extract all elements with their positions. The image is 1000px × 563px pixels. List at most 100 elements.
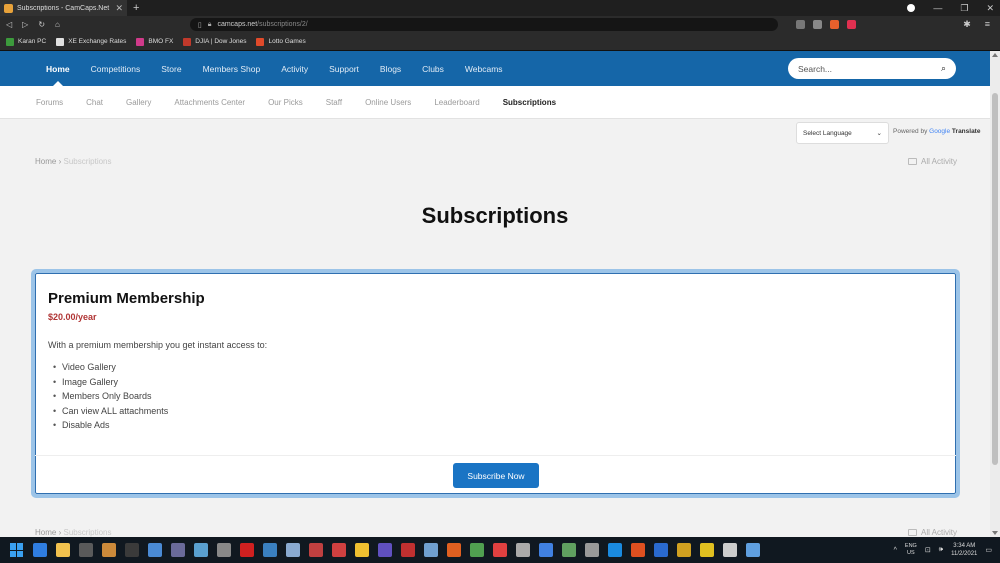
- nav-webcams[interactable]: Webcams: [465, 51, 503, 86]
- subnav-attachments-center[interactable]: Attachments Center: [174, 98, 245, 107]
- taskbar-app-icon[interactable]: [424, 543, 438, 557]
- taskbar-app-icon[interactable]: [516, 543, 530, 557]
- bookmark-item[interactable]: XE Exchange Rates: [56, 37, 127, 46]
- bookmark-label: XE Exchange Rates: [68, 38, 127, 45]
- nav-members-shop[interactable]: Members Shop: [203, 51, 261, 86]
- taskbar-app-icon[interactable]: [194, 543, 208, 557]
- nav-blogs[interactable]: Blogs: [380, 51, 401, 86]
- taskbar-app-icon[interactable]: [355, 543, 369, 557]
- taskbar-app-icon[interactable]: [332, 543, 346, 557]
- scroll-thumb[interactable]: [992, 93, 998, 465]
- brave-shields-icon[interactable]: [829, 20, 839, 29]
- breadcrumb-current: Subscriptions: [63, 157, 112, 166]
- taskbar-app-icon[interactable]: [286, 543, 300, 557]
- new-tab-icon[interactable]: +: [133, 2, 139, 14]
- taskbar-app-icon[interactable]: [378, 543, 392, 557]
- network-icon[interactable]: ⊡: [925, 546, 931, 554]
- bookmark-item[interactable]: Karan PC: [6, 37, 46, 46]
- nav-competitions[interactable]: Competitions: [91, 51, 141, 86]
- profile-icon[interactable]: [907, 4, 916, 12]
- scroll-up-icon[interactable]: [992, 53, 998, 57]
- taskbar-app-icon[interactable]: [631, 543, 645, 557]
- taskbar-app-icon[interactable]: [723, 543, 737, 557]
- subnav-gallery[interactable]: Gallery: [126, 98, 151, 107]
- back-icon[interactable]: ◁: [6, 20, 12, 29]
- subscribe-button[interactable]: Subscribe Now: [453, 463, 539, 488]
- clock[interactable]: 3:34 AM 11/2/2021: [951, 542, 977, 558]
- breadcrumb-home[interactable]: Home: [35, 157, 56, 166]
- taskbar-app-icon[interactable]: [102, 543, 116, 557]
- subnav-online-users[interactable]: Online Users: [365, 98, 411, 107]
- plan-description: With a premium membership you get instan…: [48, 340, 268, 350]
- taskbar-app-icon[interactable]: [562, 543, 576, 557]
- taskbar-app-icon[interactable]: [79, 543, 93, 557]
- scroll-down-icon[interactable]: [992, 531, 998, 535]
- windows-start-icon[interactable]: [10, 543, 24, 557]
- menu-icon[interactable]: ≡: [985, 19, 990, 30]
- brave-rewards-icon[interactable]: [846, 20, 856, 29]
- language-select[interactable]: Select Language ⌄: [796, 122, 889, 144]
- taskbar-app-icon[interactable]: [148, 543, 162, 557]
- breadcrumb-home[interactable]: Home: [35, 528, 56, 537]
- nav-store[interactable]: Store: [161, 51, 181, 86]
- search-input[interactable]: [798, 63, 918, 74]
- search-icon[interactable]: ⌕: [941, 63, 946, 74]
- nav-support[interactable]: Support: [329, 51, 359, 86]
- taskbar-app-icon[interactable]: [217, 543, 231, 557]
- reload-icon[interactable]: ↻: [38, 20, 45, 29]
- subnav-our-picks[interactable]: Our Picks: [268, 98, 303, 107]
- taskbar-app-icon[interactable]: [401, 543, 415, 557]
- restore-icon[interactable]: ❐: [960, 3, 968, 14]
- close-window-icon[interactable]: ✕: [986, 3, 994, 14]
- subnav-forums[interactable]: Forums: [36, 98, 63, 107]
- extensions-icon[interactable]: ✱: [963, 19, 971, 30]
- taskbar-app-icon[interactable]: [171, 543, 185, 557]
- taskbar-app-icon[interactable]: [493, 543, 507, 557]
- lock-icon: 🔒︎: [207, 20, 212, 28]
- taskbar-app-icon[interactable]: [240, 543, 254, 557]
- minimize-icon[interactable]: —: [933, 3, 942, 13]
- all-activity-link[interactable]: All Activity: [907, 157, 957, 166]
- subnav-chat[interactable]: Chat: [86, 98, 103, 107]
- taskbar-app-icon[interactable]: [539, 543, 553, 557]
- qr-code-icon[interactable]: [795, 20, 805, 29]
- bookmark-icon: [183, 37, 192, 46]
- plan-title: Premium Membership: [48, 290, 205, 307]
- taskbar-app-icon[interactable]: [470, 543, 484, 557]
- taskbar-app-icon[interactable]: [700, 543, 714, 557]
- key-icon[interactable]: [812, 20, 822, 29]
- page-scrollbar[interactable]: [990, 51, 1000, 537]
- taskbar-app-icon[interactable]: [746, 543, 760, 557]
- forward-icon[interactable]: ▷: [22, 20, 28, 29]
- taskbar-app-icon[interactable]: [33, 543, 47, 557]
- nav-clubs[interactable]: Clubs: [422, 51, 444, 86]
- taskbar-app-icon[interactable]: [263, 543, 277, 557]
- browser-tab[interactable]: Subscriptions - CamCaps.Net ✕: [0, 0, 127, 16]
- volume-icon[interactable]: 🕪︎: [939, 546, 943, 554]
- all-activity-link-bottom[interactable]: All Activity: [907, 528, 957, 537]
- close-tab-icon[interactable]: ✕: [115, 3, 123, 14]
- subnav-subscriptions[interactable]: Subscriptions: [503, 98, 556, 107]
- url-field[interactable]: ▯ 🔒︎ camcaps.net/subscriptions/2/: [189, 18, 778, 31]
- taskbar-app-icon[interactable]: [447, 543, 461, 557]
- nav-activity[interactable]: Activity: [281, 51, 308, 86]
- tray-overflow-icon[interactable]: ^: [894, 547, 897, 554]
- bookmark-page-icon[interactable]: ▯: [198, 21, 202, 29]
- language-indicator[interactable]: ENG US: [905, 543, 917, 557]
- bookmark-item[interactable]: BMO FX: [136, 37, 173, 46]
- taskbar-app-icon[interactable]: [309, 543, 323, 557]
- subnav-staff[interactable]: Staff: [326, 98, 342, 107]
- translate-link[interactable]: Translate: [952, 128, 981, 135]
- notifications-icon[interactable]: ▭: [985, 546, 992, 554]
- nav-home[interactable]: Home: [46, 51, 70, 86]
- taskbar-app-icon[interactable]: [56, 543, 70, 557]
- taskbar-app-icon[interactable]: [585, 543, 599, 557]
- bookmark-item[interactable]: DJIA | Dow Jones: [183, 37, 246, 46]
- subnav-leaderboard[interactable]: Leaderboard: [434, 98, 479, 107]
- taskbar-app-icon[interactable]: [125, 543, 139, 557]
- taskbar-app-icon[interactable]: [654, 543, 668, 557]
- bookmark-item[interactable]: Lotto Games: [256, 37, 306, 46]
- taskbar-app-icon[interactable]: [608, 543, 622, 557]
- home-icon[interactable]: ⌂: [55, 20, 60, 29]
- taskbar-app-icon[interactable]: [677, 543, 691, 557]
